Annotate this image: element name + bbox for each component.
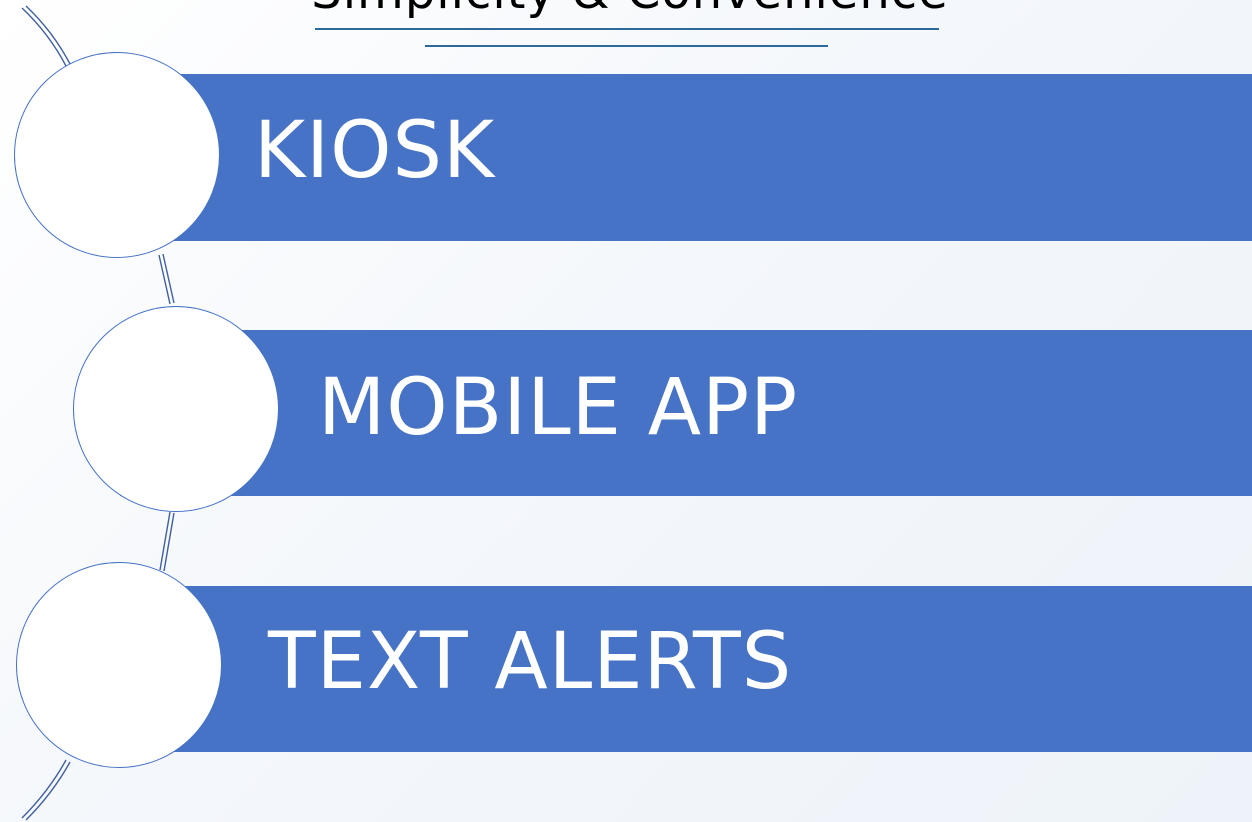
label-text-alerts: TEXT ALERTS (268, 617, 793, 707)
circle-node-mobile-app (73, 306, 279, 512)
circle-node-text-alerts (16, 562, 222, 768)
circle-node-kiosk (14, 52, 220, 258)
slide: Simplicity & Convenience KIOSK MOBILE AP… (0, 0, 1252, 822)
label-mobile-app: MOBILE APP (318, 363, 799, 453)
label-kiosk: KIOSK (254, 106, 496, 196)
